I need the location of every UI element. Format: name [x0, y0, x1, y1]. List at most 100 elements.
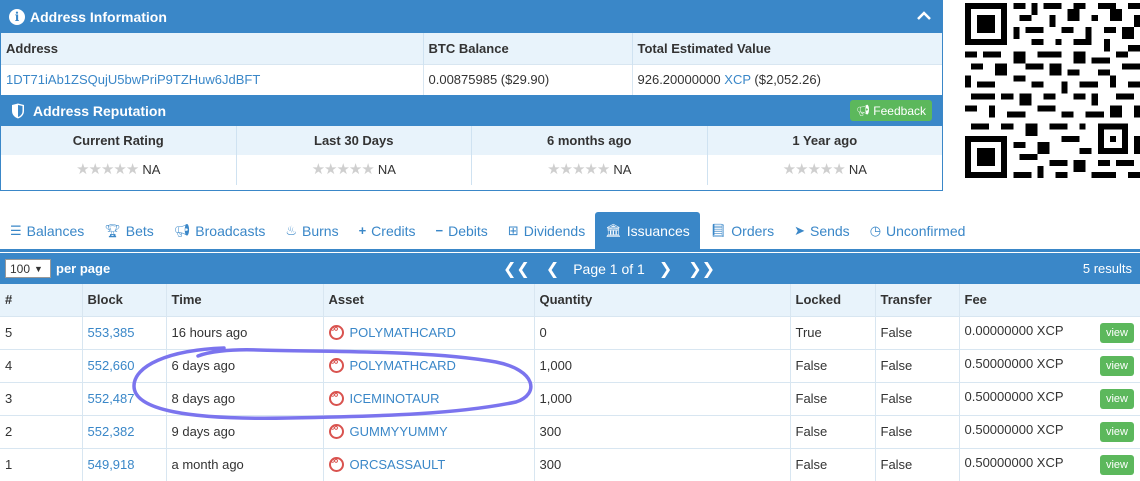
- asset-icon: [328, 356, 344, 373]
- rep-value-text: NA: [142, 162, 161, 177]
- qr-code-image: [965, 3, 1140, 178]
- cell-transfer: False: [875, 414, 960, 448]
- rep-value-text: NA: [613, 162, 632, 177]
- th-asset: Asset: [323, 284, 535, 316]
- rep-label: 6 months ago: [472, 126, 707, 155]
- trophy-icon: 🏆︎: [104, 222, 121, 238]
- tab-label: Debits: [448, 222, 488, 239]
- bank-icon: 🏛︎: [605, 222, 622, 238]
- tab-bets[interactable]: 🏆︎ Bets: [94, 212, 164, 249]
- tab-burns[interactable]: ♨ Burns: [275, 212, 348, 249]
- rep-last-30-days: Last 30 Days ★★★★★ NA: [236, 126, 472, 185]
- tab-label: Unconfirmed: [886, 222, 966, 239]
- cell-num: 4: [0, 348, 83, 382]
- tab-label: Issuances: [626, 222, 690, 239]
- cell-time: 8 days ago: [166, 381, 324, 415]
- view-button[interactable]: view: [1099, 388, 1134, 409]
- cell-quantity: 300: [534, 447, 791, 481]
- bullhorn-icon: 📢︎: [173, 222, 191, 238]
- caret-down-icon: ▼: [34, 263, 43, 274]
- block-link[interactable]: 553,385: [88, 325, 135, 340]
- list-icon: ☰: [10, 222, 22, 238]
- cell-num: 1: [0, 447, 83, 481]
- asset-link[interactable]: GUMMYYUMMY: [350, 424, 448, 439]
- plus-icon: +: [358, 223, 367, 238]
- block-link[interactable]: 552,487: [88, 391, 135, 406]
- star-rating-icon: ★★★★★: [782, 161, 846, 178]
- xcp-link[interactable]: XCP: [724, 72, 751, 87]
- info-icon: i: [9, 9, 25, 25]
- table-header-row: # Block Time Asset Quantity Locked Trans…: [0, 284, 1140, 316]
- cell-fee: 0.50000000 XCP view: [959, 414, 1140, 448]
- view-button[interactable]: view: [1099, 454, 1134, 475]
- asset-link[interactable]: ORCSASSAULT: [350, 457, 446, 472]
- th-fee: Fee: [959, 284, 1140, 316]
- shield-icon: [12, 103, 24, 118]
- tab-label: Credits: [371, 222, 416, 239]
- cell-transfer: False: [875, 447, 960, 481]
- tab-issuances[interactable]: 🏛︎ Issuances: [595, 212, 700, 249]
- rep-value-text: NA: [377, 162, 396, 177]
- rep-value: ★★★★★ NA: [1, 155, 236, 185]
- asset-link[interactable]: POLYMATHCARD: [350, 325, 456, 340]
- th-num: #: [0, 284, 83, 316]
- total-value-amount: 926.20000000: [637, 72, 721, 88]
- last-page-icon[interactable]: ❯❯: [688, 259, 715, 279]
- th-transfer: Transfer: [875, 284, 960, 316]
- block-link[interactable]: 552,660: [88, 358, 135, 373]
- results-count: 5 results: [1082, 261, 1132, 276]
- feedback-button[interactable]: 📢︎ Feedback: [850, 100, 932, 121]
- fee-value: 0.00000000 XCP: [964, 322, 1064, 338]
- rep-value: ★★★★★ NA: [708, 155, 943, 185]
- tab-orders[interactable]: 📘︎ Orders: [700, 212, 784, 249]
- col-total-value: Total Estimated Value: [632, 33, 942, 64]
- asset-link[interactable]: ICEMINOTAUR: [350, 391, 440, 406]
- address-info-table: Address BTC Balance Total Estimated Valu…: [1, 33, 942, 95]
- tab-sends[interactable]: ➤ Sends: [784, 212, 860, 249]
- tab-label: Broadcasts: [195, 222, 266, 239]
- cell-locked: False: [790, 348, 876, 382]
- prev-page-icon[interactable]: ❮: [546, 259, 559, 279]
- asset-link[interactable]: POLYMATHCARD: [350, 358, 456, 373]
- cell-locked: True: [790, 315, 876, 349]
- issuances-table: # Block Time Asset Quantity Locked Trans…: [0, 284, 1140, 481]
- reputation-title: Address Reputation: [33, 102, 167, 119]
- th-locked: Locked: [790, 284, 876, 316]
- tab-credits[interactable]: + Credits: [349, 212, 426, 249]
- table-row: 4 552,660 6 days ago POLYMATHCARD 1,000 …: [0, 348, 1140, 382]
- cell-quantity: 1,000: [534, 348, 791, 382]
- block-link[interactable]: 549,918: [88, 457, 135, 472]
- rep-label: 1 Year ago: [707, 126, 942, 155]
- fire-icon: ♨: [285, 222, 297, 238]
- chevron-up-icon[interactable]: [916, 8, 932, 24]
- per-page-select[interactable]: 100 ▼: [5, 259, 51, 278]
- rep-label: Last 30 Days: [236, 126, 471, 155]
- cell-locked: False: [790, 447, 876, 481]
- reputation-grid: Current Rating ★★★★★ NA Last 30 Days ★★★★…: [1, 126, 942, 185]
- view-button[interactable]: view: [1099, 355, 1134, 376]
- address-info-panel: i Address Information Address BTC Balanc…: [0, 0, 943, 191]
- next-page-icon[interactable]: ❯: [659, 259, 672, 279]
- address-link[interactable]: 1DT71iAb1ZSQujU5bwPriP9TZHuw6JdBFT: [6, 72, 260, 87]
- view-button[interactable]: view: [1099, 421, 1134, 442]
- total-value-cell: 926.20000000 XCP ($2,052.26): [632, 63, 942, 95]
- tab-broadcasts[interactable]: 📢︎ Broadcasts: [164, 212, 276, 249]
- tab-bar: ☰ Balances 🏆︎ Bets 📢︎ Broadcasts ♨ Burns + Cr…: [0, 212, 1140, 252]
- feedback-label: Feedback: [873, 103, 926, 118]
- first-page-icon[interactable]: ❮❮: [503, 259, 530, 279]
- tab-balances[interactable]: ☰ Balances: [0, 212, 94, 249]
- rep-1-year: 1 Year ago ★★★★★ NA: [707, 126, 943, 185]
- asset-icon: [328, 323, 344, 340]
- address-info-title: Address Information: [30, 9, 167, 25]
- page-indicator: Page 1 of 1: [573, 260, 645, 277]
- view-button[interactable]: view: [1099, 322, 1134, 343]
- tab-label: Dividends: [523, 222, 586, 239]
- tab-debits[interactable]: − Debits: [426, 212, 498, 249]
- block-link[interactable]: 552,382: [88, 424, 135, 439]
- tab-label: Burns: [302, 222, 339, 239]
- sitemap-icon: ⊞: [507, 222, 519, 238]
- tab-dividends[interactable]: ⊞ Dividends: [498, 212, 595, 249]
- cell-num: 2: [0, 414, 83, 448]
- tab-unconfirmed[interactable]: ◷ Unconfirmed: [860, 212, 976, 249]
- send-icon: ➤: [794, 222, 805, 238]
